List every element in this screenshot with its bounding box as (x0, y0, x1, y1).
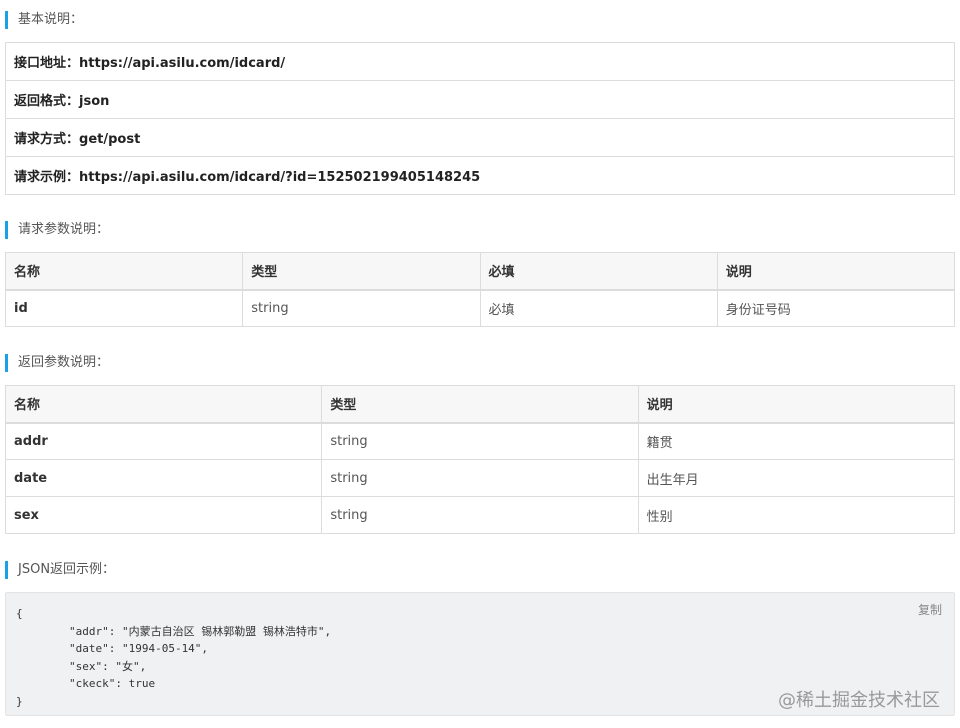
column-header: 名称 (4, 385, 323, 424)
code-line: { (16, 607, 23, 620)
code-line: } (16, 694, 23, 708)
basic-section-title: 基本说明： (5, 11, 83, 29)
table-row: id string 必填 身份证号码 (4, 289, 956, 327)
param-name: id (4, 289, 244, 327)
field-name: addr (4, 422, 323, 460)
info-row-format: 返回格式：json (5, 80, 955, 119)
field-type: string (321, 422, 639, 460)
example-value: https://api.asilu.com/idcard/?id=1525021… (79, 170, 481, 185)
info-label: 返回格式： (14, 94, 80, 109)
column-header: 必填 (479, 252, 718, 291)
info-row-endpoint: 接口地址：https://api.asilu.com/idcard/ (5, 42, 955, 81)
response-params-table: 名称 类型 说明 addr string 籍贯 date string 出生年月… (4, 385, 956, 534)
response-params-title: 返回参数说明： (5, 354, 109, 372)
info-row-example: 请求示例：https://api.asilu.com/idcard/?id=15… (5, 156, 955, 195)
column-header: 类型 (321, 385, 639, 424)
format-value: json (79, 94, 110, 109)
column-header: 说明 (637, 385, 956, 424)
json-code: { "addr": "内蒙古自治区 锡林郭勒盟 锡林浩特市", "date": … (16, 605, 331, 710)
table-header-row: 名称 类型 说明 (4, 385, 956, 424)
code-line: "sex": "女", (16, 659, 147, 673)
column-header: 类型 (242, 252, 481, 291)
info-label: 请求示例： (14, 170, 80, 185)
code-line: "addr": "内蒙古自治区 锡林郭勒盟 锡林浩特市", (16, 624, 332, 638)
field-type: string (321, 496, 639, 534)
endpoint-value: https://api.asilu.com/idcard/ (79, 56, 286, 71)
copy-button[interactable]: 复制 (918, 601, 942, 618)
code-line: "date": "1994-05-14", (16, 642, 209, 655)
param-desc: 身份证号码 (716, 289, 956, 327)
table-header-row: 名称 类型 必填 说明 (4, 252, 956, 291)
column-header: 说明 (716, 252, 956, 291)
field-name: sex (4, 496, 323, 534)
json-example-title: JSON返回示例： (5, 561, 115, 579)
table-row: sex string 性别 (4, 496, 956, 534)
watermark: @稀土掘金技术社区 (778, 690, 940, 711)
field-desc: 性别 (637, 496, 956, 534)
code-line: "ckeck": true (16, 677, 156, 690)
request-params-title: 请求参数说明： (5, 221, 109, 239)
field-desc: 出生年月 (637, 459, 956, 497)
table-row: addr string 籍贯 (4, 422, 956, 460)
field-type: string (321, 459, 639, 497)
field-desc: 籍贯 (637, 422, 956, 460)
table-row: date string 出生年月 (4, 459, 956, 497)
method-value: get/post (79, 132, 141, 147)
column-header: 名称 (4, 252, 244, 291)
field-name: date (4, 459, 323, 497)
basic-info-table: 接口地址：https://api.asilu.com/idcard/ 返回格式：… (5, 42, 955, 195)
info-row-method: 请求方式：get/post (5, 118, 955, 157)
info-label: 接口地址： (14, 56, 80, 71)
request-params-table: 名称 类型 必填 说明 id string 必填 身份证号码 (4, 252, 956, 327)
param-required: 必填 (479, 289, 718, 327)
info-label: 请求方式： (14, 132, 80, 147)
param-type: string (242, 289, 481, 327)
